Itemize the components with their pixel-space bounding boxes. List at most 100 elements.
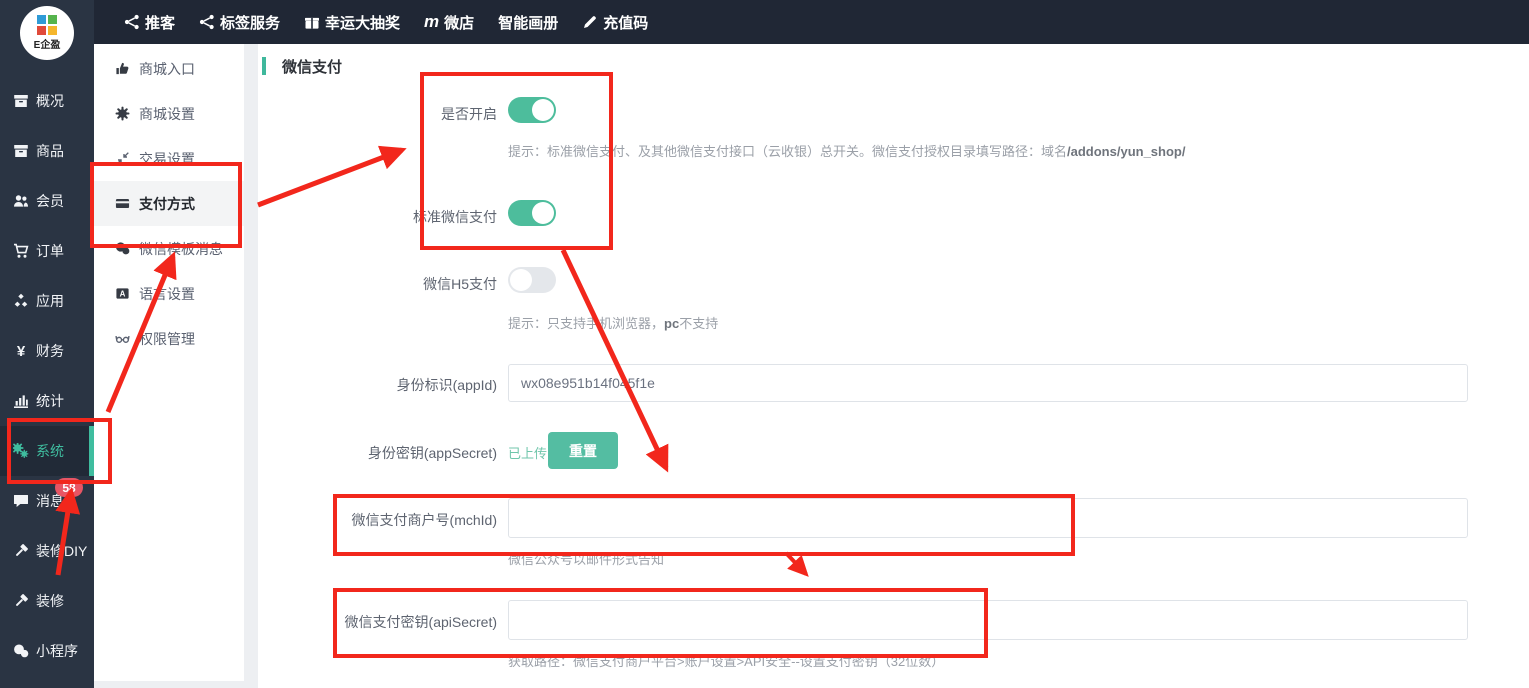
language-icon — [115, 286, 130, 301]
topnav-label: 标签服务 — [220, 12, 280, 33]
sidebar-item-label: 应用 — [36, 291, 64, 311]
sidebar-item-orders[interactable]: 订单 — [0, 226, 94, 276]
sidebar-item-label: 财务 — [36, 341, 64, 361]
topnav-item-tag-service[interactable]: 标签服务 — [199, 12, 280, 33]
enable-label: 是否开启 — [258, 104, 497, 124]
sidebar-item-label: 装修DIY — [36, 541, 87, 561]
wechat-icon — [13, 643, 29, 659]
cogs-icon — [13, 443, 29, 459]
topnav-item-tuike[interactable]: 推客 — [124, 12, 175, 33]
appid-label: 身份标识(appId) — [258, 375, 497, 395]
standard-pay-toggle[interactable] — [508, 200, 556, 226]
h5-hint-bold: pc — [664, 316, 679, 331]
sidebar-item-finance[interactable]: ¥ 财务 — [0, 326, 94, 376]
subnav-label: 权限管理 — [139, 329, 195, 349]
main-sidebar: E企盈 概况 商品 会员 订单 应用 ¥ 财务 统计 — [0, 0, 94, 688]
subnav-item-wechat-template-messages[interactable]: 微信模板消息 — [94, 226, 244, 271]
sidebar-item-label: 装修 — [36, 591, 64, 611]
sidebar-item-label: 商品 — [36, 141, 64, 161]
topnav-item-lucky-draw[interactable]: 幸运大抽奖 — [304, 12, 400, 33]
h5-hint: 提示：只支持手机浏览器，pc不支持 — [508, 313, 718, 332]
sidebar-item-label: 订单 — [36, 241, 64, 261]
credit-card-icon — [115, 196, 130, 211]
subnav-item-permissions[interactable]: 权限管理 — [94, 316, 244, 361]
appid-input[interactable] — [508, 364, 1468, 402]
mchid-input[interactable] — [508, 498, 1468, 538]
sidebar-item-overview[interactable]: 概况 — [0, 76, 94, 126]
h5-hint-text: 提示：只支持手机浏览器， — [508, 316, 664, 331]
subnav-label: 商城入口 — [139, 59, 195, 79]
top-bar: 推客 标签服务 幸运大抽奖 m 微店 智能画册 充值码 — [0, 0, 1529, 44]
bar-chart-icon — [13, 393, 29, 409]
topnav-item-recharge-code[interactable]: 充值码 — [582, 12, 648, 33]
sidebar-item-apps[interactable]: 应用 — [0, 276, 94, 326]
subnav-label: 交易设置 — [139, 149, 195, 169]
share-icon — [199, 14, 215, 30]
appsecret-reset-button[interactable]: 重置 — [548, 432, 618, 469]
wechat-pay-settings-panel: 微信支付 是否开启 提示：标准微信支付、及其他微信支付接口（云收银）总开关。微信… — [258, 44, 1529, 688]
toggle-knob — [532, 202, 554, 224]
yen-icon: ¥ — [13, 343, 29, 360]
top-nav: 推客 标签服务 幸运大抽奖 m 微店 智能画册 充值码 — [124, 12, 648, 33]
subnav-label: 语言设置 — [139, 284, 195, 304]
apisecret-hint: 获取路径：微信支付商户平台>账户设置>API安全--设置支付密钥（32位数） — [508, 651, 944, 670]
brand-logo-mark — [37, 15, 57, 35]
subnav-label: 商城设置 — [139, 104, 195, 124]
sidebar-item-label: 小程序 — [36, 641, 78, 661]
sidebar-nav: 概况 商品 会员 订单 应用 ¥ 财务 统计 系统 — [0, 76, 94, 676]
enable-hint-text: 提示：标准微信支付、及其他微信支付接口（云收银）总开关。微信支付授权目录填写路径… — [508, 144, 1067, 159]
h5-pay-label: 微信H5支付 — [258, 274, 497, 294]
brand-logo[interactable]: E企盈 — [20, 6, 74, 60]
sidebar-item-label: 会员 — [36, 191, 64, 211]
title-accent-bar — [262, 57, 266, 75]
pen-icon — [582, 14, 598, 30]
sidebar-item-goods[interactable]: 商品 — [0, 126, 94, 176]
share-icon — [124, 14, 140, 30]
sidebar-item-system[interactable]: 系统 — [0, 426, 94, 476]
sidebar-item-label: 概况 — [36, 91, 64, 111]
weidian-m-icon: m — [424, 14, 439, 30]
h5-pay-toggle[interactable] — [508, 267, 556, 293]
sidebar-item-stats[interactable]: 统计 — [0, 376, 94, 426]
apisecret-input[interactable] — [508, 600, 1468, 640]
topnav-label: 微店 — [444, 12, 474, 33]
enable-hint: 提示：标准微信支付、及其他微信支付接口（云收银）总开关。微信支付授权目录填写路径… — [508, 141, 1185, 160]
sidebar-item-decorate[interactable]: 装修 — [0, 576, 94, 626]
toggle-knob — [510, 269, 532, 291]
compress-icon — [115, 151, 130, 166]
enable-toggle[interactable] — [508, 97, 556, 123]
sidebar-item-diy[interactable]: 装修DIY — [0, 526, 94, 576]
sidebar-item-members[interactable]: 会员 — [0, 176, 94, 226]
gavel-icon — [13, 543, 29, 559]
subnav-item-language-settings[interactable]: 语言设置 — [94, 271, 244, 316]
subnav-item-shop-settings[interactable]: 商城设置 — [94, 91, 244, 136]
topnav-label: 智能画册 — [498, 12, 558, 33]
mchid-label: 微信支付商户号(mchId) — [258, 510, 497, 530]
subnav-label: 微信模板消息 — [139, 239, 223, 259]
lucky-draw-icon — [304, 14, 320, 30]
comment-icon — [13, 493, 29, 509]
mchid-hint: 微信公众号以邮件形式告知 — [508, 549, 664, 568]
appsecret-uploaded-status: 已上传 — [508, 443, 547, 462]
apisecret-label: 微信支付密钥(apiSecret) — [258, 612, 497, 632]
subnav-label: 支付方式 — [139, 194, 195, 214]
sidebar-item-label: 系统 — [36, 441, 64, 461]
cubes-icon — [13, 293, 29, 309]
gavel-icon — [13, 593, 29, 609]
appsecret-label: 身份密钥(appSecret) — [258, 443, 497, 463]
wechat-icon — [115, 241, 130, 256]
subnav-item-payment-methods[interactable]: 支付方式 — [94, 181, 244, 226]
topnav-label: 充值码 — [603, 12, 648, 33]
messages-count-badge: 58 — [55, 478, 83, 497]
topnav-item-smart-album[interactable]: 智能画册 — [498, 12, 558, 33]
topnav-item-weidian[interactable]: m 微店 — [424, 12, 474, 33]
users-icon — [13, 193, 29, 209]
archive-box-icon — [13, 93, 29, 109]
subnav-item-trade-settings[interactable]: 交易设置 — [94, 136, 244, 181]
sidebar-item-miniprogram[interactable]: 小程序 — [0, 626, 94, 676]
subnav-item-shop-entry[interactable]: 商城入口 — [94, 46, 244, 91]
standard-pay-label: 标准微信支付 — [258, 207, 497, 227]
enable-hint-path: /addons/yun_shop/ — [1067, 144, 1185, 159]
topnav-label: 幸运大抽奖 — [325, 12, 400, 33]
cart-icon — [13, 243, 29, 259]
